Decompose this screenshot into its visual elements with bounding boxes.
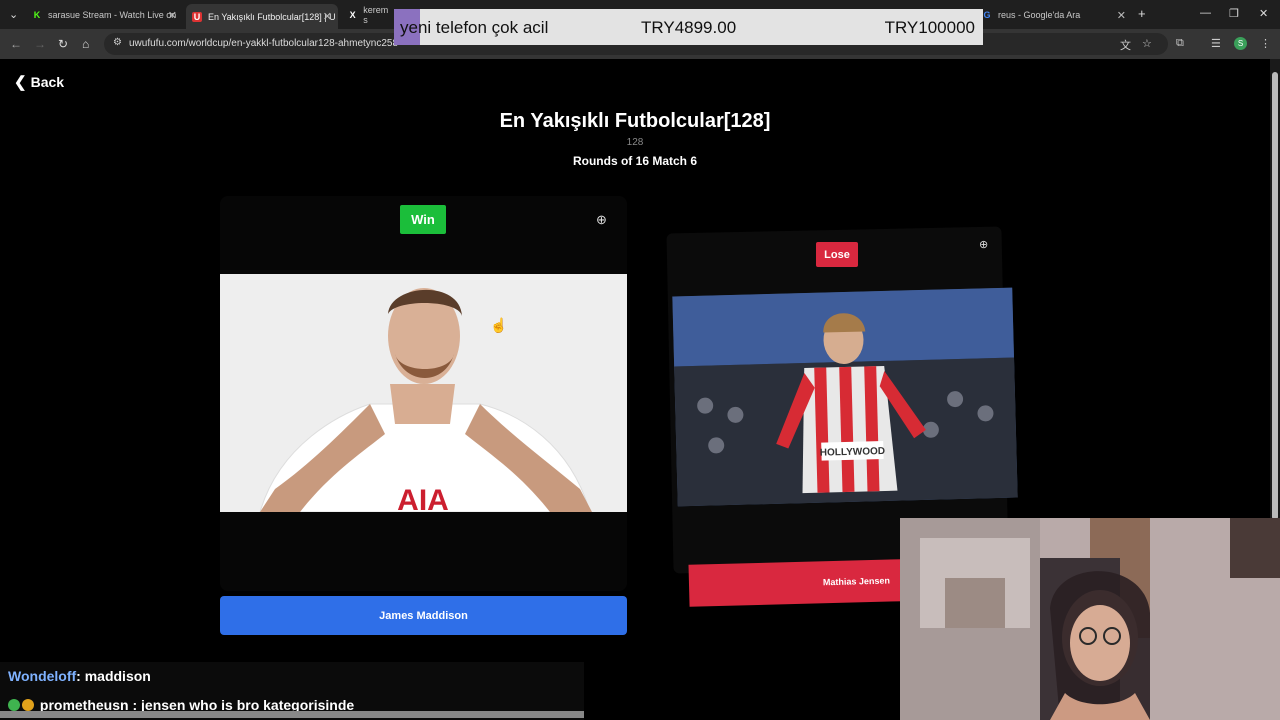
- donation-overlay: yeni telefon çok acil TRY4899.00 TRY1000…: [394, 9, 983, 45]
- donation-goal: TRY100000: [884, 18, 975, 37]
- scrollbar-thumb[interactable]: [1272, 72, 1278, 520]
- minimize-icon[interactable]: —: [1200, 7, 1211, 19]
- restore-icon[interactable]: ❐: [1229, 7, 1239, 20]
- candidate-photo-left[interactable]: AIA: [220, 274, 627, 512]
- win-badge: Win: [400, 205, 446, 234]
- close-icon[interactable]: ✕: [1117, 9, 1126, 22]
- back-button[interactable]: ❮ Back: [14, 73, 64, 91]
- uwufufu-icon: U: [192, 11, 202, 22]
- reload-icon[interactable]: ↻: [58, 37, 68, 51]
- tab-label: reus - Google'da Ara: [998, 10, 1081, 20]
- chevron-left-icon: ❮: [14, 74, 27, 91]
- zoom-in-icon[interactable]: ⊕: [979, 238, 988, 251]
- badge-icon: [8, 699, 20, 711]
- new-tab-icon[interactable]: +: [1138, 6, 1146, 21]
- tab-label: sarasue Stream - Watch Live on: [48, 10, 177, 20]
- tab-search-icon[interactable]: ⌄: [9, 8, 18, 21]
- back-label: Back: [30, 74, 65, 90]
- pointer-cursor-icon: ☝: [490, 317, 508, 333]
- reading-list-icon[interactable]: ☰: [1211, 37, 1221, 50]
- svg-text:AIA: AIA: [397, 484, 449, 512]
- forward-arrow-icon[interactable]: →: [34, 37, 46, 51]
- donation-message: yeni telefon çok acil: [400, 18, 549, 37]
- extensions-icon[interactable]: ⧉: [1176, 37, 1184, 50]
- chat-username: Wondeloff: [8, 668, 77, 684]
- kick-icon: K: [33, 10, 41, 20]
- candidate-name-button-right[interactable]: Mathias Jensen: [688, 559, 903, 607]
- google-icon: G: [983, 10, 991, 20]
- donation-amount: TRY4899.00: [641, 18, 737, 37]
- chat-text: : maddison: [76, 668, 151, 684]
- candidate-name-button-left[interactable]: James Maddison: [220, 596, 627, 635]
- tab-label: kerem s: [363, 5, 389, 25]
- avatar[interactable]: S: [1234, 37, 1247, 50]
- tab-google[interactable]: G reus - Google'da Ara ✕: [982, 5, 1126, 25]
- site-info-icon[interactable]: ⚙: [113, 37, 122, 48]
- url-text: uwufufu.com/worldcup/en-yakkl-futbolcula…: [129, 38, 399, 49]
- window-close-icon[interactable]: ✕: [1259, 7, 1268, 20]
- tab-label: En Yakışıklı Futbolcular[128] | U: [208, 11, 336, 22]
- horizontal-scrollbar[interactable]: [0, 711, 584, 718]
- entry-count: 128: [626, 137, 644, 148]
- bookmark-star-icon[interactable]: ☆: [1142, 37, 1152, 50]
- close-icon[interactable]: ✕: [168, 9, 177, 22]
- tab-x[interactable]: X kerem s: [348, 5, 393, 25]
- round-info: Rounds of 16 Match 6: [572, 154, 697, 168]
- back-arrow-icon[interactable]: ←: [10, 37, 22, 51]
- translate-icon[interactable]: 文: [1120, 37, 1131, 53]
- webcam-overlay: [900, 518, 1280, 720]
- badge-icon: [22, 699, 34, 711]
- candidate-photo-right[interactable]: HOLLYWOOD: [672, 287, 1018, 507]
- close-icon[interactable]: ✕: [323, 10, 332, 23]
- svg-text:HOLLYWOOD: HOLLYWOOD: [820, 446, 885, 459]
- tab-kick[interactable]: K sarasue Stream - Watch Live on ✕: [32, 5, 177, 25]
- page-title: En Yakışıklı Futbolcular[128]: [499, 110, 771, 132]
- tab-uwufufu[interactable]: U En Yakışıklı Futbolcular[128] | U ✕: [186, 4, 338, 29]
- lose-badge: Lose: [816, 242, 858, 267]
- chat-message: Wondeloff: maddison: [8, 668, 151, 684]
- menu-dots-icon[interactable]: ⋮: [1260, 37, 1271, 50]
- x-icon: X: [349, 10, 356, 20]
- zoom-in-icon[interactable]: ⊕: [596, 212, 607, 228]
- home-icon[interactable]: ⌂: [82, 37, 89, 51]
